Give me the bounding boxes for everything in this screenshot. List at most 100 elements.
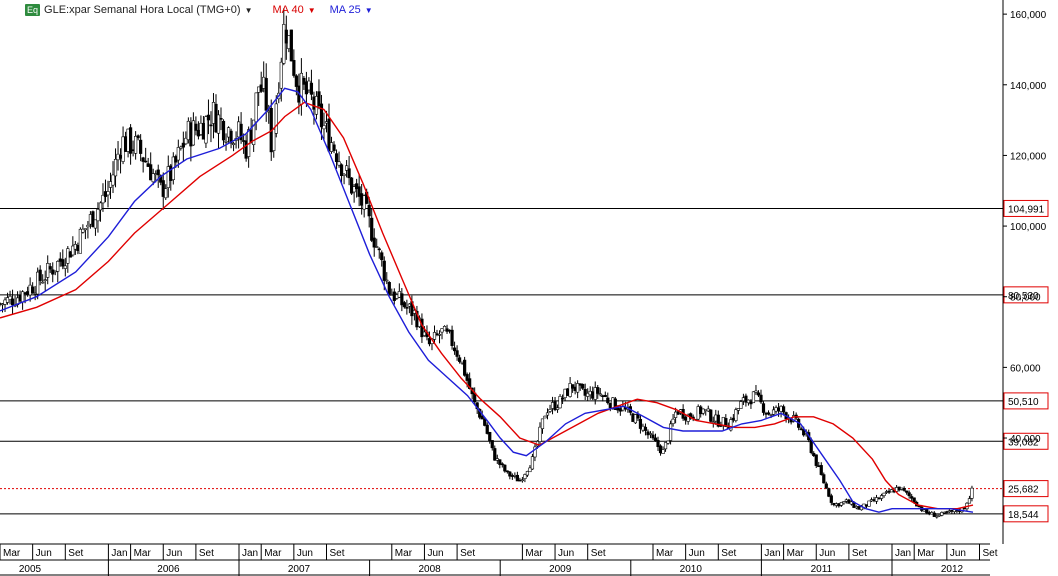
year-label: 2006: [157, 564, 180, 575]
x-tick-label: Mar: [3, 548, 21, 559]
candle-body: [673, 411, 678, 418]
candle-body: [63, 265, 67, 269]
candle-body: [910, 496, 914, 499]
candle-body: [262, 76, 266, 89]
candle-body: [736, 408, 740, 411]
candle-body: [864, 504, 869, 507]
x-tick-label: Jan: [242, 548, 258, 559]
candle-body: [226, 127, 231, 138]
candle-body: [925, 509, 929, 514]
candle-body: [799, 428, 803, 430]
candle-body: [814, 454, 818, 466]
candle-body: [189, 122, 193, 147]
candle-body: [490, 440, 494, 449]
candle-body: [618, 408, 622, 412]
candle-body: [334, 153, 339, 162]
candle-body: [380, 252, 384, 261]
candle-body: [18, 294, 22, 302]
ma40-label[interactable]: MA 40: [273, 4, 304, 16]
candle-body: [23, 292, 27, 295]
candle-body: [566, 388, 570, 396]
ma25-label[interactable]: MA 25: [330, 4, 361, 16]
x-tick-label: Mar: [134, 548, 152, 559]
candle-body: [550, 402, 555, 409]
candle-body: [523, 474, 527, 480]
candle-body: [367, 204, 371, 217]
candle-body: [658, 445, 663, 454]
y-tick-label: 120,000: [1010, 151, 1047, 162]
candle-body: [576, 383, 580, 393]
candle-body: [749, 401, 753, 405]
ma25-dropdown-icon[interactable]: ▼: [365, 6, 373, 15]
candle-body: [781, 406, 786, 413]
candle-body: [392, 291, 396, 301]
candle-body: [930, 512, 934, 515]
candle-body: [668, 423, 673, 441]
candle-body: [116, 153, 120, 161]
candle-body: [96, 208, 100, 222]
y-tick-label: 80,000: [1010, 293, 1041, 304]
candle-body: [493, 448, 497, 461]
candle-body: [586, 392, 590, 397]
candle-body: [134, 136, 138, 154]
candle-body: [355, 183, 359, 190]
candle-body: [144, 160, 148, 163]
candle-body: [498, 459, 502, 465]
level-label: 25,682: [1008, 485, 1039, 496]
candle-body: [375, 246, 379, 248]
year-label: 2009: [549, 564, 572, 575]
candle-body: [543, 415, 547, 419]
candle-body: [123, 136, 128, 152]
candle-body: [631, 413, 635, 422]
candle-body: [822, 474, 826, 484]
x-tick-label: Mar: [395, 548, 413, 559]
candle-body: [442, 326, 447, 331]
candle-body: [314, 96, 319, 115]
candle-body: [905, 490, 909, 493]
symbol-label[interactable]: GLE:xpar Semanal Hora Local (TMG+0): [44, 4, 241, 16]
candle-body: [671, 418, 675, 424]
x-tick-label: Jan: [111, 548, 127, 559]
candle-body: [342, 173, 346, 176]
candle-body: [435, 333, 439, 336]
candle-body: [488, 432, 492, 441]
candle-body: [437, 334, 442, 336]
candle-body: [156, 169, 160, 176]
candle-body: [181, 142, 185, 148]
candle-body: [214, 103, 218, 133]
candle-body: [56, 260, 60, 272]
candle-body: [164, 188, 168, 199]
candle-body: [455, 350, 459, 357]
candle-body: [962, 507, 967, 510]
candle-body: [709, 409, 713, 422]
candle-body: [244, 140, 248, 159]
candle-body: [131, 149, 135, 151]
chart-header: Eq GLE:xpar Semanal Hora Local (TMG+0) ▼…: [25, 3, 373, 17]
candle-body: [8, 295, 12, 300]
candle-body: [940, 512, 944, 516]
candle-body: [950, 509, 954, 512]
candle-body: [515, 474, 519, 482]
candle-body: [149, 164, 153, 181]
y-tick-label: 140,000: [1010, 81, 1047, 92]
candle-body: [312, 96, 316, 110]
candle-body: [591, 391, 595, 399]
candle-body: [307, 80, 311, 91]
symbol-dropdown-icon[interactable]: ▼: [245, 6, 253, 15]
candle-body: [676, 411, 680, 415]
candle-body: [81, 228, 85, 233]
price-chart: 104,99180,53050,51039,08225,68218,544 16…: [0, 0, 1058, 576]
candle-body: [339, 164, 344, 176]
candle-body: [332, 144, 336, 151]
candle-body: [558, 396, 562, 409]
x-tick-label: Mar: [525, 548, 543, 559]
candle-body: [774, 407, 778, 412]
ma40-dropdown-icon[interactable]: ▼: [308, 6, 316, 15]
candle-body: [447, 329, 452, 332]
candle-body: [563, 388, 567, 398]
candle-body: [741, 397, 746, 402]
candle-body: [53, 270, 57, 273]
y-tick-label: 100,000: [1010, 222, 1047, 233]
candle-body: [555, 407, 560, 410]
x-tick-label: Jun: [297, 548, 313, 559]
